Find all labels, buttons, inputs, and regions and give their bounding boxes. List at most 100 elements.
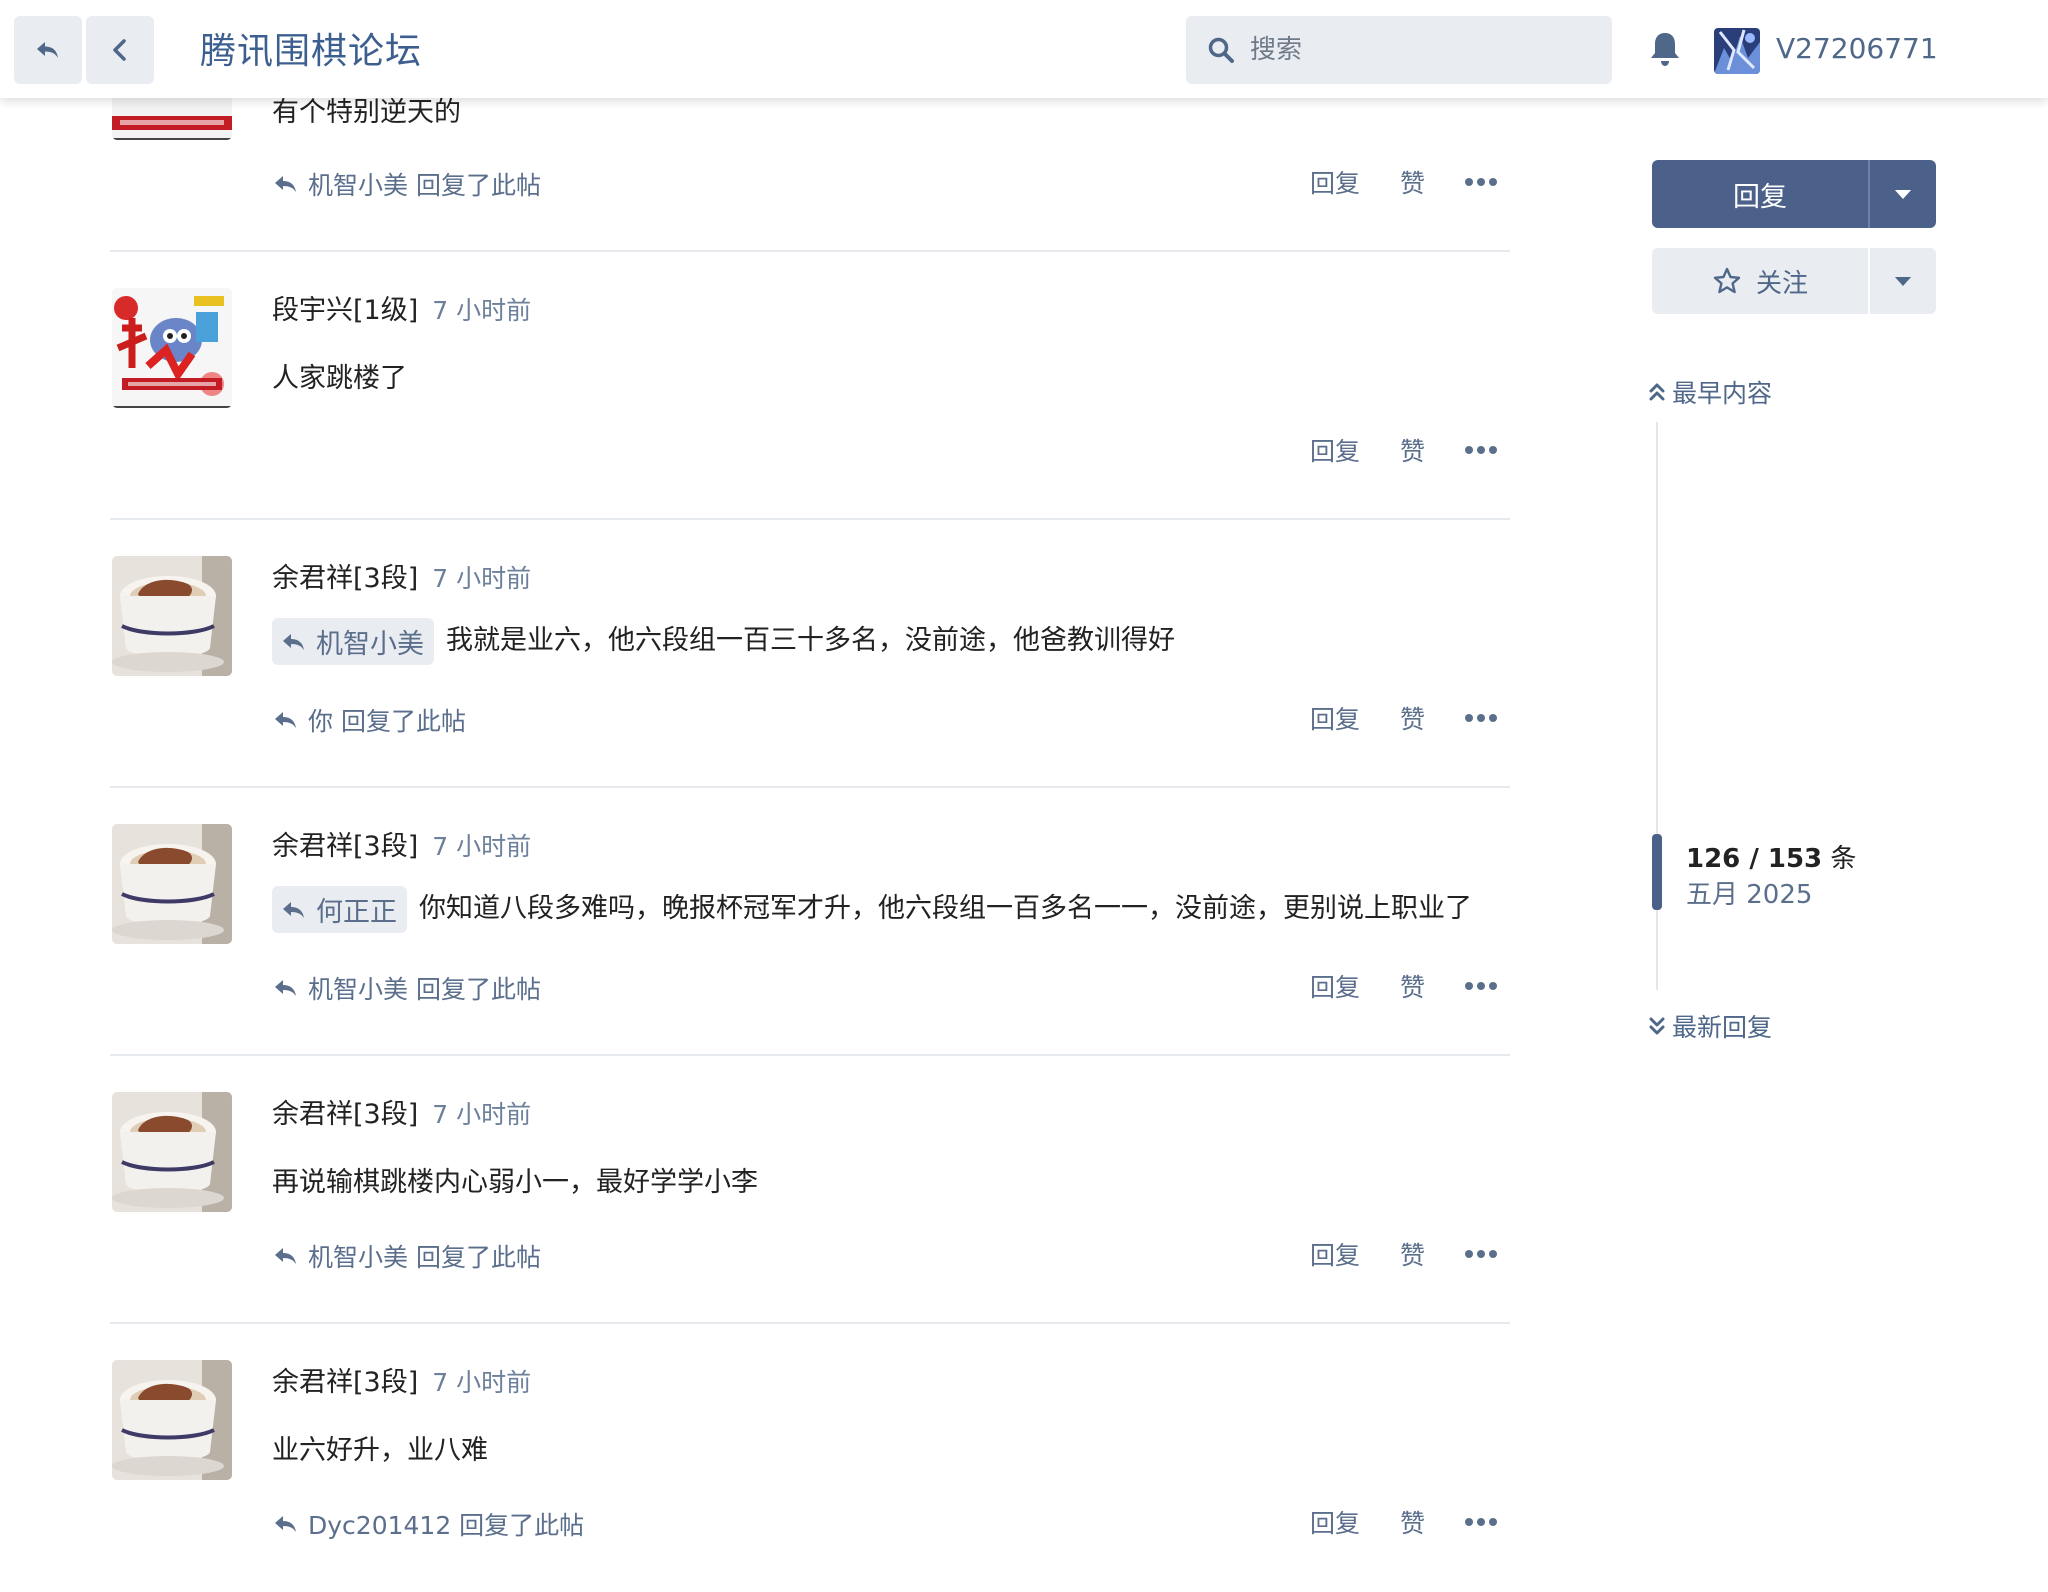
post-author[interactable]: 段宇兴[1级] 7 小时前 — [272, 288, 531, 327]
post-author[interactable]: 余君祥[3段] 7 小时前 — [272, 1092, 531, 1131]
timeline-position-value: 126 / 153 — [1686, 844, 1823, 874]
post-avatar[interactable] — [112, 824, 232, 944]
post-content: 机智小美 我就是业六，他六段组一百三十多名，没前途，他爸教训得好 — [272, 618, 1175, 665]
jump-latest-link[interactable]: 最新回复 — [1648, 1008, 1772, 1044]
like-button[interactable]: 赞 — [1400, 1504, 1425, 1540]
reply-icon — [275, 176, 296, 192]
author-name[interactable]: 余君祥[3段] — [272, 1367, 418, 1398]
post-content: 人家跳楼了 — [272, 363, 407, 394]
post-text: 你知道八段多难吗，晚报杯冠军才升，他六段组一百多名一一，没前途，更别说上职业了 — [419, 893, 1472, 924]
follow-button[interactable]: 关注 — [1652, 248, 1870, 314]
reply-info-link[interactable]: 机智小美 回复了此帖 — [272, 1238, 541, 1274]
post-text: 我就是业六，他六段组一百三十多名，没前途，他爸教训得好 — [446, 625, 1175, 656]
like-button[interactable]: 赞 — [1400, 700, 1425, 736]
reply-icon — [37, 42, 58, 58]
more-options-icon[interactable] — [1465, 1518, 1498, 1526]
reply-icon — [275, 1248, 296, 1264]
reply-button[interactable]: 回复 — [1310, 968, 1360, 1004]
follow-label: 关注 — [1755, 268, 1808, 299]
reply-button[interactable]: 回复 — [1310, 1236, 1360, 1272]
follow-button-group: 关注 — [1652, 248, 1936, 314]
quote-author[interactable]: 机智小美 — [316, 622, 424, 661]
reply-dropdown-button[interactable] — [1870, 160, 1936, 228]
more-options-icon[interactable] — [1465, 1250, 1498, 1258]
double-chevron-down-icon — [1649, 1017, 1665, 1035]
search-box[interactable] — [1186, 16, 1612, 84]
reply-shortcut-button[interactable] — [14, 16, 82, 84]
post-avatar[interactable] — [112, 556, 232, 676]
top-header: 腾讯围棋论坛 V27206771 — [0, 0, 2048, 98]
reply-button[interactable]: 回复 — [1310, 432, 1360, 468]
reply-info-link[interactable]: Dyc201412 回复了此帖 — [272, 1506, 584, 1542]
post-avatar[interactable] — [112, 1092, 232, 1212]
author-name[interactable]: 余君祥[3段] — [272, 563, 418, 594]
post-actions: 回复 赞 — [1310, 1236, 1498, 1272]
search-input[interactable] — [1250, 35, 1590, 65]
reply-icon — [283, 633, 304, 650]
reply-info-link[interactable]: 机智小美 回复了此帖 — [272, 166, 541, 202]
post-author[interactable]: 余君祥[3段] 7 小时前 — [272, 1360, 531, 1399]
post-author[interactable]: 余君祥[3段] 7 小时前 — [272, 824, 531, 863]
author-name[interactable]: 余君祥[3段] — [272, 1099, 418, 1130]
double-chevron-up-icon — [1649, 383, 1665, 401]
caret-down-icon — [1894, 276, 1912, 286]
post-actions: 回复 赞 — [1310, 700, 1498, 736]
author-name[interactable]: 段宇兴[1级] — [272, 295, 418, 326]
post-author[interactable]: 余君祥[3段] 7 小时前 — [272, 556, 531, 595]
like-button[interactable]: 赞 — [1400, 968, 1425, 1004]
post-time[interactable]: 7 小时前 — [432, 296, 531, 325]
like-button[interactable]: 赞 — [1400, 164, 1425, 200]
reply-button[interactable]: 回复 — [1310, 1504, 1360, 1540]
post-time[interactable]: 7 小时前 — [432, 1100, 531, 1129]
topic-reply-button[interactable]: 回复 — [1652, 160, 1870, 228]
reply-info-link[interactable]: 你 回复了此帖 — [272, 702, 466, 738]
post-time[interactable]: 7 小时前 — [432, 1368, 531, 1397]
user-avatar[interactable] — [1714, 28, 1760, 74]
more-options-icon[interactable] — [1465, 714, 1498, 722]
star-icon — [1713, 267, 1741, 294]
reply-button[interactable]: 回复 — [1310, 164, 1360, 200]
post-item: 余君祥[3段] 7 小时前 何正正 你知道八段多难吗，晚报杯冠军才升，他六段组一百… — [110, 788, 1510, 1056]
quote-tag[interactable]: 机智小美 — [272, 618, 434, 665]
timeline-position-unit: 条 — [1830, 844, 1857, 874]
post-actions: 回复 赞 — [1310, 1504, 1498, 1540]
quote-author[interactable]: 何正正 — [316, 890, 397, 929]
post-actions: 回复 赞 — [1310, 432, 1498, 468]
reply-info-text: 机智小美 回复了此帖 — [308, 171, 541, 200]
jump-earliest-link[interactable]: 最早内容 — [1648, 374, 1772, 410]
like-button[interactable]: 赞 — [1400, 1236, 1425, 1272]
post-content: 何正正 你知道八段多难吗，晚报杯冠军才升，他六段组一百多名一一，没前途，更别说上… — [272, 886, 1472, 933]
more-options-icon[interactable] — [1465, 982, 1498, 990]
post-time[interactable]: 7 小时前 — [432, 564, 531, 593]
post-item: 余君祥[3段] 7 小时前 再说输棋跳楼内心弱小一，最好学学小李 机智小美 回复了… — [110, 1056, 1510, 1324]
timeline-scroll-handle[interactable] — [1652, 834, 1662, 910]
reply-info-link[interactable]: 机智小美 回复了此帖 — [272, 970, 541, 1006]
reply-icon — [275, 980, 296, 996]
reply-info-text: 机智小美 回复了此帖 — [308, 1243, 541, 1272]
topic-reply-button-group: 回复 — [1652, 160, 1936, 228]
more-options-icon[interactable] — [1465, 178, 1498, 186]
reply-icon — [275, 712, 296, 728]
post-avatar[interactable] — [112, 1360, 232, 1480]
post-item: 余君祥[3段] 7 小时前 业六好升，业八难 Dyc201412 回复了此帖 回复… — [110, 1324, 1510, 1592]
chevron-left-icon — [113, 39, 126, 61]
notification-bell-icon[interactable] — [1648, 30, 1682, 68]
post-item: 余君祥[3段] 7 小时前 机智小美 我就是业六，他六段组一百三十多名，没前途，他… — [110, 520, 1510, 788]
like-button[interactable]: 赞 — [1400, 432, 1425, 468]
post-avatar[interactable] — [112, 288, 232, 408]
username[interactable]: V27206771 — [1776, 32, 1938, 65]
quote-tag[interactable]: 何正正 — [272, 886, 407, 933]
post-content: 再说输棋跳楼内心弱小一，最好学学小李 — [272, 1167, 758, 1198]
post-content: 业六好升，业八难 — [272, 1435, 488, 1466]
site-title[interactable]: 腾讯围棋论坛 — [200, 22, 422, 74]
more-options-icon[interactable] — [1465, 446, 1498, 454]
author-name[interactable]: 余君祥[3段] — [272, 831, 418, 862]
reply-info-text: 你 回复了此帖 — [308, 707, 466, 736]
reply-button[interactable]: 回复 — [1310, 700, 1360, 736]
post-time[interactable]: 7 小时前 — [432, 832, 531, 861]
timeline-date: 五月 2025 — [1686, 880, 1813, 910]
jump-earliest-label: 最早内容 — [1672, 379, 1773, 408]
back-button[interactable] — [86, 16, 154, 84]
caret-down-icon — [1894, 189, 1912, 199]
follow-dropdown-button[interactable] — [1870, 248, 1936, 314]
